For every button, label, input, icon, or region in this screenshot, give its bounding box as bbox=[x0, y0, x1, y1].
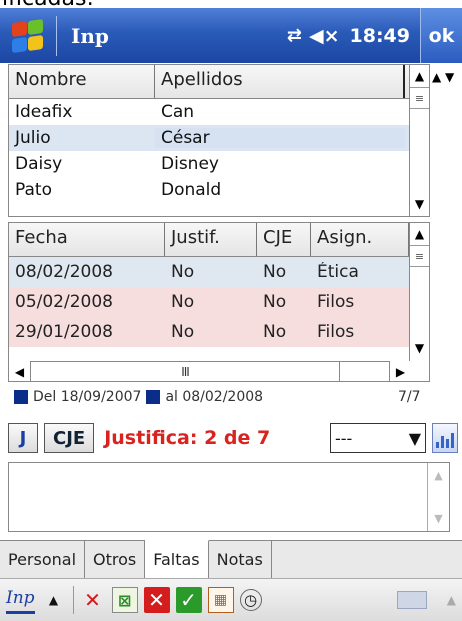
cropped-caption: ificadas: bbox=[0, 0, 462, 8]
table-row[interactable]: Daisy Disney bbox=[9, 151, 429, 177]
app-title: Inp bbox=[71, 23, 109, 48]
title-separator bbox=[56, 15, 57, 56]
absences-grid-header: Fecha Justif. CJE Asign. bbox=[9, 223, 429, 257]
students-vertical-scrollbar[interactable]: ▲ ≡ ▼ bbox=[409, 65, 429, 216]
scroll-right-icon[interactable]: ▶ bbox=[389, 360, 411, 381]
scroll-left-icon[interactable]: ◀ bbox=[9, 360, 31, 381]
table-row[interactable]: 29/01/2008 No No Filos bbox=[9, 317, 429, 347]
cell-fecha: 08/02/2008 bbox=[15, 262, 113, 282]
cell-nombre: Pato bbox=[15, 180, 52, 200]
scroll-track[interactable] bbox=[410, 109, 429, 193]
clock-time[interactable]: 18:49 bbox=[350, 25, 410, 47]
scroll-up-icon[interactable]: ▲ bbox=[434, 469, 442, 482]
menu-up-icon[interactable]: ▲ bbox=[41, 587, 67, 613]
header-asign[interactable]: Asign. bbox=[311, 223, 409, 256]
cell-asign: Filos bbox=[317, 322, 355, 342]
cell-cje: No bbox=[263, 322, 287, 342]
header-fecha[interactable]: Fecha bbox=[9, 223, 165, 256]
scroll-down-icon[interactable]: ▼ bbox=[434, 512, 442, 525]
hscroll-thumb[interactable]: III bbox=[31, 365, 339, 379]
title-bar: Inp ⇄ ◀× 18:49 ok bbox=[0, 8, 462, 63]
windows-start-icon[interactable] bbox=[10, 18, 46, 54]
header-justif[interactable]: Justif. bbox=[165, 223, 257, 256]
table-row-selected[interactable]: Julio César bbox=[9, 125, 429, 151]
ok-button[interactable]: ok bbox=[420, 8, 462, 63]
cell-justif: No bbox=[171, 292, 195, 312]
table-row[interactable]: Pato Donald bbox=[9, 177, 429, 203]
date-range: Del 18/09/2007 al 08/02/2008 bbox=[14, 389, 263, 405]
cell-apellidos: Disney bbox=[161, 154, 219, 174]
cje-button[interactable]: CJE bbox=[44, 423, 95, 453]
scroll-thumb[interactable]: ≡ bbox=[410, 245, 429, 267]
absences-grid[interactable]: Fecha Justif. CJE Asign. 08/02/2008 No N… bbox=[8, 222, 430, 382]
scroll-down-icon[interactable]: ▼ bbox=[410, 337, 429, 359]
table-row[interactable]: 05/02/2008 No No Filos bbox=[9, 287, 429, 317]
cell-nombre: Daisy bbox=[15, 154, 63, 174]
table-row[interactable]: 08/02/2008 No No Ética bbox=[9, 257, 429, 287]
scroll-track[interactable] bbox=[410, 267, 429, 337]
scroll-up-icon[interactable]: ▲ bbox=[410, 65, 429, 87]
action-row: J CJE Justifica: 2 de 7 --- ▼ bbox=[8, 422, 458, 454]
spreadsheet-icon[interactable]: ⊠ bbox=[111, 587, 138, 613]
scroll-down-icon[interactable]: ▼ bbox=[410, 193, 429, 215]
cell-apellidos: Can bbox=[161, 102, 195, 122]
grid-sort-arrows[interactable]: ▲ ▼ bbox=[432, 70, 454, 84]
toolbar-separator bbox=[72, 586, 74, 614]
calendar-icon[interactable]: ▦ bbox=[207, 587, 234, 613]
students-grid[interactable]: Nombre Apellidos Ideafix Can Julio César… bbox=[8, 64, 430, 217]
inp-menu-icon[interactable]: Inp bbox=[6, 586, 35, 614]
record-count: 7/7 bbox=[398, 389, 421, 405]
filter-combo[interactable]: --- ▼ bbox=[330, 423, 426, 453]
header-apellidos[interactable]: Apellidos bbox=[155, 65, 405, 98]
date-from-label[interactable]: Del 18/09/2007 bbox=[33, 389, 141, 405]
absences-horizontal-scrollbar[interactable]: ◀ III ▶ bbox=[9, 360, 411, 381]
hscroll-track[interactable] bbox=[339, 362, 389, 381]
combo-value: --- bbox=[335, 428, 353, 448]
notes-memo[interactable]: ▲ ▼ bbox=[8, 462, 450, 532]
input-panel-up-icon[interactable]: ▲ bbox=[447, 593, 456, 607]
cell-cje: No bbox=[263, 292, 287, 312]
tab-faltas[interactable]: Faltas bbox=[145, 540, 209, 578]
tab-notas[interactable]: Notas bbox=[209, 541, 272, 578]
cell-asign: Ética bbox=[317, 262, 359, 282]
justify-button[interactable]: J bbox=[8, 423, 38, 453]
date-to-square-icon[interactable] bbox=[146, 390, 161, 404]
cell-nombre: Julio bbox=[15, 128, 51, 148]
cell-cje: No bbox=[263, 262, 287, 282]
justifica-summary: Justifica: 2 de 7 bbox=[104, 427, 271, 449]
cell-justif: No bbox=[171, 262, 195, 282]
chevron-down-icon[interactable]: ▼ bbox=[409, 429, 421, 448]
delete-icon[interactable]: ✕ bbox=[80, 587, 106, 613]
tab-otros[interactable]: Otros bbox=[85, 541, 146, 578]
scroll-thumb[interactable]: ≡ bbox=[410, 87, 429, 109]
header-cje[interactable]: CJE bbox=[257, 223, 311, 256]
tab-bar: Personal Otros Faltas Notas bbox=[0, 540, 462, 578]
cell-nombre: Ideafix bbox=[15, 102, 73, 122]
accept-icon[interactable]: ✓ bbox=[175, 587, 202, 613]
tab-personal[interactable]: Personal bbox=[0, 541, 86, 578]
clock-icon[interactable]: ◷ bbox=[239, 589, 262, 611]
cell-justif: No bbox=[171, 322, 195, 342]
table-row[interactable]: Ideafix Can bbox=[9, 99, 429, 125]
absences-vertical-scrollbar[interactable]: ▲ ≡ ▼ bbox=[409, 223, 429, 361]
header-nombre[interactable]: Nombre bbox=[9, 65, 155, 98]
bottom-toolbar: Inp ▲ ✕ ⊠ ✕ ✓ ▦ ◷ ▲ bbox=[0, 578, 462, 621]
date-to-label[interactable]: al 08/02/2008 bbox=[165, 389, 263, 405]
cell-fecha: 05/02/2008 bbox=[15, 292, 113, 312]
cell-apellidos: César bbox=[155, 128, 405, 148]
cell-asign: Filos bbox=[317, 292, 355, 312]
connectivity-icon[interactable]: ⇄ bbox=[287, 25, 302, 46]
chart-icon[interactable] bbox=[432, 423, 458, 453]
students-grid-header: Nombre Apellidos bbox=[9, 65, 429, 99]
volume-muted-icon[interactable]: ◀× bbox=[309, 25, 340, 47]
date-from-square-icon[interactable] bbox=[14, 390, 28, 404]
memo-scrollbar[interactable]: ▲ ▼ bbox=[427, 463, 449, 531]
cell-fecha: 29/01/2008 bbox=[15, 322, 113, 342]
scroll-up-icon[interactable]: ▲ bbox=[410, 223, 429, 245]
reject-icon[interactable]: ✕ bbox=[143, 587, 170, 613]
keyboard-icon[interactable] bbox=[396, 591, 427, 609]
cell-apellidos: Donald bbox=[161, 180, 222, 200]
